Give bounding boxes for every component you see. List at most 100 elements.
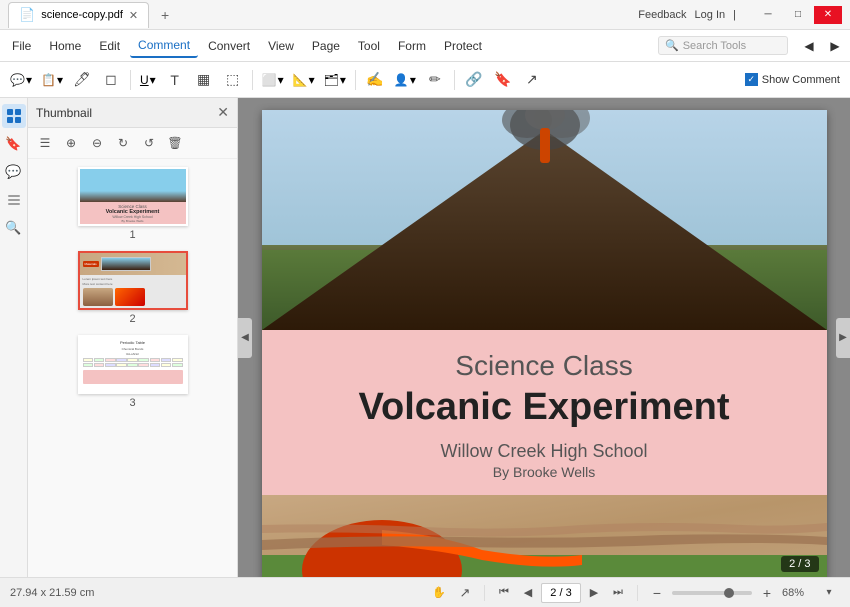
- callout-btn[interactable]: ⬚: [219, 66, 247, 94]
- page-indicator: 2 / 3: [781, 556, 818, 572]
- zoom-slider-thumb: [724, 588, 734, 598]
- thumb-zoom-out-btn[interactable]: ⊖: [86, 132, 108, 154]
- thumbnail-toolbar: ☰ ⊕ ⊖ ↻ ↺ 🗑: [28, 128, 237, 159]
- feedback-link[interactable]: Feedback: [638, 9, 686, 21]
- tab-filename: science-copy.pdf: [41, 9, 123, 21]
- menu-convert[interactable]: Convert: [200, 35, 258, 57]
- minimize-button[interactable]: ─: [754, 6, 782, 24]
- page-number-input[interactable]: [541, 583, 581, 603]
- menu-edit[interactable]: Edit: [91, 35, 128, 57]
- tab-close-button[interactable]: ✕: [129, 9, 138, 22]
- maximize-button[interactable]: □: [784, 6, 812, 24]
- thumbnail-close-button[interactable]: ✕: [217, 104, 229, 121]
- signature-btn[interactable]: ✍: [361, 66, 389, 94]
- pdf-icon: 📄: [19, 7, 35, 23]
- underline-dropdown[interactable]: U ▾: [136, 71, 160, 89]
- draw-btn[interactable]: ✏: [421, 66, 449, 94]
- thumb-label-3: 3: [129, 397, 135, 409]
- pdf-title-small: Science Class: [282, 350, 807, 382]
- shape-dropdown[interactable]: ⬜ ▾: [258, 71, 288, 89]
- sidebar-icon-thumbnails[interactable]: [2, 104, 26, 128]
- menu-tool[interactable]: Tool: [350, 35, 388, 57]
- link-btn[interactable]: 🔗: [460, 66, 488, 94]
- separator-2: [252, 70, 253, 90]
- first-page-button[interactable]: ⏮: [493, 582, 515, 604]
- measure-dropdown[interactable]: 📐 ▾: [289, 71, 319, 89]
- note-icon: 💬: [10, 73, 25, 87]
- menu-home[interactable]: Home: [41, 35, 89, 57]
- separator-1: [130, 70, 131, 90]
- thumb-img-1: Science Class Volcanic Experiment Willow…: [78, 167, 188, 226]
- zoom-in-button[interactable]: +: [756, 582, 778, 604]
- page-dimensions: 27.94 x 21.59 cm: [10, 587, 94, 599]
- thumb-rotate-cw-btn[interactable]: ↻: [112, 132, 134, 154]
- separator-4: [454, 70, 455, 90]
- pdf-viewer: ◀ ▶ W: [238, 98, 850, 577]
- expand-right-button[interactable]: ▶: [836, 318, 850, 358]
- menu-form[interactable]: Form: [390, 35, 434, 57]
- thumbnail-header: Thumbnail ✕: [28, 98, 237, 128]
- stamp2-dropdown[interactable]: 🗂 ▾: [320, 71, 350, 89]
- search-tools[interactable]: 🔍 Search Tools: [658, 36, 788, 55]
- sidebar-icon-bookmark[interactable]: 🔖: [2, 132, 26, 156]
- highlight-btn[interactable]: 🖊: [68, 66, 96, 94]
- show-comment-checkbox[interactable]: ✓: [745, 73, 758, 86]
- arrow-btn[interactable]: ↗: [518, 66, 546, 94]
- zoom-dropdown-button[interactable]: ▾: [818, 582, 840, 604]
- search-placeholder: Search Tools: [683, 40, 746, 52]
- thumbnail-page-2[interactable]: Materials Lorem ipsum text here More tex…: [78, 251, 188, 325]
- bookmark-btn[interactable]: 🔖: [489, 66, 517, 94]
- thumb-img-2: Materials Lorem ipsum text here More tex…: [78, 251, 188, 310]
- separator-2: [637, 585, 638, 601]
- titlebar-right: Feedback Log In | ─ □ ✕: [638, 6, 842, 24]
- sidebar-icon-search[interactable]: 🔍: [2, 216, 26, 240]
- text-box-btn[interactable]: ▦: [190, 66, 218, 94]
- pdf-pink-section: Science Class Volcanic Experiment Willow…: [262, 330, 827, 495]
- show-comment-label: Show Comment: [762, 74, 840, 86]
- zoom-out-button[interactable]: −: [646, 582, 668, 604]
- pdf-crosssection-image: [262, 495, 827, 577]
- thumbnail-page-3[interactable]: Periodic Table Chemical Bonds VoLcANo!: [78, 335, 188, 409]
- stamp-dropdown-arrow: ▾: [57, 73, 63, 87]
- menu-view[interactable]: View: [260, 35, 302, 57]
- menu-protect[interactable]: Protect: [436, 35, 490, 57]
- sidebar-icon-comment[interactable]: 💬: [2, 160, 26, 184]
- nav-forward-button[interactable]: ▶: [824, 35, 846, 57]
- toolbar-group-5: 🔗 🔖 ↗: [460, 66, 546, 94]
- volcano-svg: [262, 110, 827, 330]
- nav-back-button[interactable]: ◀: [798, 35, 820, 57]
- eraser-btn[interactable]: ◻: [97, 66, 125, 94]
- measure-icon: 📐: [293, 73, 308, 87]
- show-comment-toggle[interactable]: ✓ Show Comment: [741, 73, 844, 86]
- thumbnail-page-1[interactable]: Science Class Volcanic Experiment Willow…: [78, 167, 188, 241]
- stamp-icon: 📋: [41, 73, 56, 87]
- last-page-button[interactable]: ⏭: [607, 582, 629, 604]
- thumb-zoom-in-btn[interactable]: ⊕: [60, 132, 82, 154]
- menu-file[interactable]: File: [4, 35, 39, 57]
- prev-page-button[interactable]: ◀: [517, 582, 539, 604]
- collapse-panel-button[interactable]: ◀: [238, 318, 252, 358]
- window-controls: ─ □ ✕: [754, 6, 842, 24]
- hand-tool-button[interactable]: ✋: [428, 582, 450, 604]
- next-page-button[interactable]: ▶: [583, 582, 605, 604]
- new-tab-button[interactable]: +: [153, 3, 177, 27]
- thumb-menu-btn[interactable]: ☰: [34, 132, 56, 154]
- text-btn[interactable]: T: [161, 66, 189, 94]
- login-link[interactable]: Log In: [695, 9, 726, 21]
- tab-science-copy[interactable]: 📄 science-copy.pdf ✕: [8, 2, 149, 28]
- measure-arrow: ▾: [309, 73, 315, 87]
- pdf-subtitle: Willow Creek High School: [282, 441, 807, 462]
- sidebar-icon-layers[interactable]: [2, 188, 26, 212]
- thumb-delete-btn[interactable]: 🗑: [164, 132, 186, 154]
- people-dropdown[interactable]: 👤 ▾: [390, 71, 420, 89]
- cursor-tool-button[interactable]: ↗: [454, 582, 476, 604]
- pdf-page: W: [262, 110, 827, 577]
- menu-comment[interactable]: Comment: [130, 34, 198, 58]
- toolbar-group-4: ✍ 👤 ▾ ✏: [361, 66, 449, 94]
- thumb-rotate-ccw-btn[interactable]: ↺: [138, 132, 160, 154]
- stamp-dropdown[interactable]: 📋 ▾: [37, 71, 67, 89]
- zoom-slider[interactable]: [672, 591, 752, 595]
- note-dropdown[interactable]: 💬 ▾: [6, 71, 36, 89]
- menu-page[interactable]: Page: [304, 35, 348, 57]
- close-button[interactable]: ✕: [814, 6, 842, 24]
